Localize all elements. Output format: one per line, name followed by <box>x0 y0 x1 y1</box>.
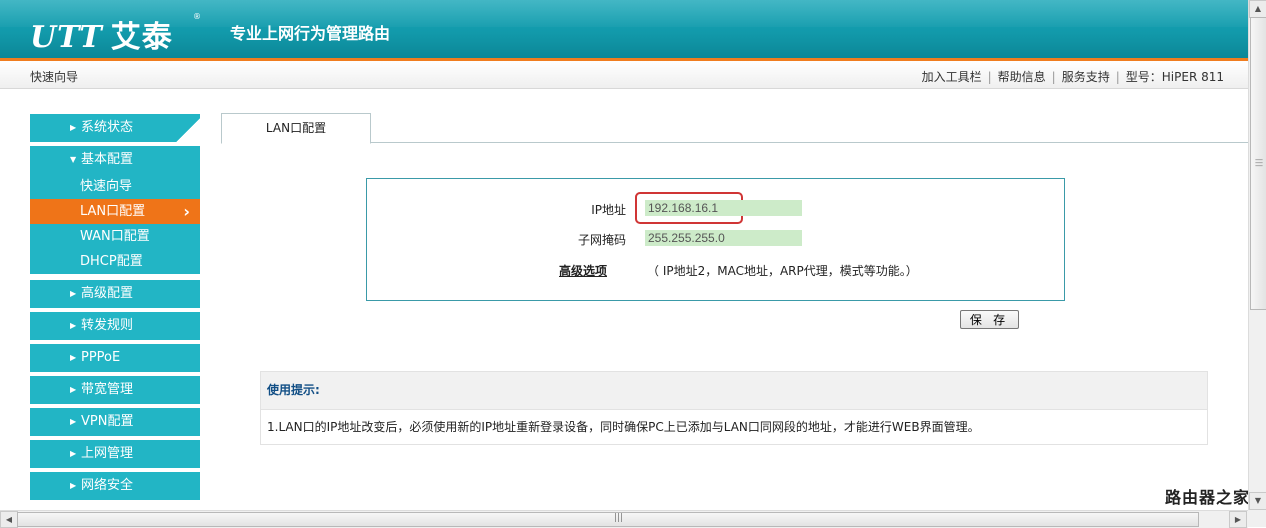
grip-icon: — — — <box>1255 155 1263 170</box>
sidebar-item-label: VPN配置 <box>81 414 134 429</box>
scroll-down-icon[interactable]: ▼ <box>1249 492 1266 510</box>
vertical-scrollbar[interactable]: ▲ — — — ▼ <box>1248 0 1266 510</box>
submenu-item-quick-wizard[interactable]: 快速向导 <box>30 174 200 199</box>
logo-text: 艾泰 <box>110 20 173 55</box>
top-links: 加入工具栏 | 帮助信息 | 服务支持 | 型号：HiPER 811 <box>922 68 1224 85</box>
sidebar-item-label: 转发规则 <box>81 318 134 333</box>
submenu-item-lan-config[interactable]: LAN口配置 › <box>30 199 200 224</box>
sidebar-item-vpn[interactable]: ▶ VPN配置 <box>30 408 200 436</box>
support-link[interactable]: 服务支持 <box>1062 68 1110 85</box>
vertical-scroll-thumb[interactable]: — — — <box>1250 17 1266 310</box>
grip-icon: ||| <box>614 513 624 523</box>
submenu-item-wan-config[interactable]: WAN口配置 <box>30 224 200 249</box>
scrollbar-corner <box>1248 510 1266 527</box>
brand-logo: UTT 艾泰 ® <box>30 12 201 56</box>
header-shine <box>0 0 1248 27</box>
arrow-right-icon: ▶ <box>70 353 77 362</box>
horizontal-scroll-thumb[interactable]: ||| <box>17 512 1199 527</box>
scroll-left-icon[interactable]: ◀ <box>0 511 18 528</box>
sidebar-item-label: 系统状态 <box>81 120 134 135</box>
sidebar-item-label: 基本配置 <box>81 152 134 167</box>
arrow-down-icon: ▼ <box>70 155 77 164</box>
sidebar-item-label: 上网管理 <box>81 446 134 461</box>
scroll-right-icon[interactable]: ▶ <box>1229 511 1247 528</box>
header-slogan: 专业上网行为管理路由 <box>230 24 391 43</box>
sidebar-item-label: PPPoE <box>81 350 121 365</box>
arrow-right-icon: ▶ <box>70 481 77 490</box>
sidebar-menu: ▶ 系统状态 ▼ 基本配置 快速向导 LAN口配置 › WAN口配置 DHCP配… <box>30 114 200 504</box>
top-nav-bar: 快速向导 加入工具栏 | 帮助信息 | 服务支持 | 型号：HiPER 811 <box>0 61 1248 89</box>
submenu-item-dhcp-config[interactable]: DHCP配置 <box>30 249 200 274</box>
help-link[interactable]: 帮助信息 <box>998 68 1046 85</box>
chevron-right-icon: › <box>183 202 190 221</box>
ip-address-input[interactable]: 192.168.16.1 <box>645 200 802 216</box>
arrow-right-icon: ▶ <box>70 385 77 394</box>
ip-address-label: IP地址 <box>591 203 626 217</box>
horizontal-scrollbar[interactable]: ◀ ||| ▶ <box>0 510 1248 528</box>
tab-underline <box>221 142 1248 143</box>
tab-lan-config[interactable]: LAN口配置 <box>221 113 371 144</box>
advanced-options-link[interactable]: 高级选项 <box>559 262 607 279</box>
registered-mark: ® <box>193 12 202 21</box>
submenu-item-label: LAN口配置 <box>80 204 146 219</box>
divider: | <box>1051 70 1056 84</box>
divider: | <box>987 70 992 84</box>
site-watermark: 路由器之家 <box>1165 488 1251 507</box>
usage-tips-panel: 使用提示: 1.LAN口的IP地址改变后，必须使用新的IP地址重新登录设备，同时… <box>260 371 1208 445</box>
arrow-right-icon: ▶ <box>70 417 77 426</box>
arrow-right-icon: ▶ <box>70 449 77 458</box>
tips-line-1: 1.LAN口的IP地址改变后，必须使用新的IP地址重新登录设备，同时确保PC上已… <box>261 409 1207 444</box>
quick-wizard-breadcrumb: 快速向导 <box>30 70 79 84</box>
sidebar-item-label: 带宽管理 <box>81 382 134 397</box>
sidebar-item-internet-mgmt[interactable]: ▶ 上网管理 <box>30 440 200 468</box>
logo-mark: UTT <box>30 20 103 55</box>
sidebar-item-label: 网络安全 <box>81 478 134 493</box>
tips-title: 使用提示: <box>261 372 1207 409</box>
subnet-mask-input[interactable]: 255.255.255.0 <box>645 230 802 246</box>
header-banner: UTT 艾泰 ® 专业上网行为管理路由 <box>0 0 1248 58</box>
sidebar-item-advanced-config[interactable]: ▶ 高级配置 <box>30 280 200 308</box>
sidebar-item-bandwidth[interactable]: ▶ 带宽管理 <box>30 376 200 404</box>
model-text: 型号：HiPER 811 <box>1125 70 1224 84</box>
advanced-options-desc: （ IP地址2，MAC地址，ARP代理，模式等功能。） <box>647 264 918 278</box>
sidebar-item-pppoe[interactable]: ▶ PPPoE <box>30 344 200 372</box>
divider: | <box>1115 70 1120 84</box>
scroll-up-icon[interactable]: ▲ <box>1249 0 1266 18</box>
basic-config-submenu: 快速向导 LAN口配置 › WAN口配置 DHCP配置 <box>30 174 200 274</box>
sidebar-item-label: 高级配置 <box>81 286 134 301</box>
arrow-right-icon: ▶ <box>70 123 77 132</box>
sidebar-item-basic-config[interactable]: ▼ 基本配置 <box>30 146 200 174</box>
arrow-right-icon: ▶ <box>70 321 77 330</box>
arrow-right-icon: ▶ <box>70 289 77 298</box>
sidebar-item-forwarding-rules[interactable]: ▶ 转发规则 <box>30 312 200 340</box>
lan-config-form: IP地址 192.168.16.1 子网掩码 255.255.255.0 高级选… <box>366 178 1065 301</box>
sidebar-item-network-security[interactable]: ▶ 网络安全 <box>30 472 200 500</box>
subnet-mask-label: 子网掩码 <box>577 233 626 247</box>
sidebar-item-system-status[interactable]: ▶ 系统状态 <box>30 114 200 142</box>
save-button[interactable]: 保 存 <box>960 310 1019 329</box>
add-toolbar-link[interactable]: 加入工具栏 <box>922 68 982 85</box>
